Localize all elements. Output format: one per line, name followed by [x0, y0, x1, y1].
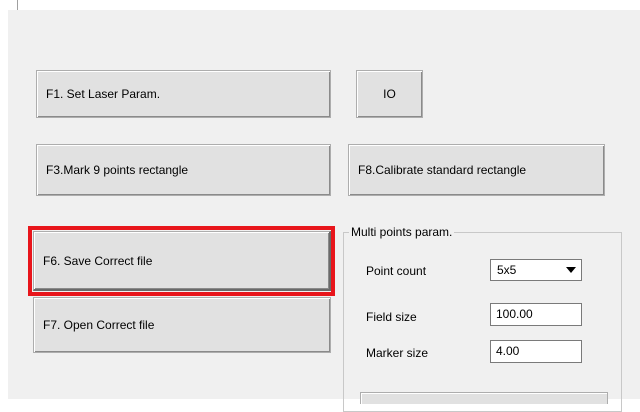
- marker-size-input[interactable]: 4.00: [490, 340, 582, 363]
- open-correct-file-button[interactable]: F7. Open Correct file: [33, 297, 331, 353]
- partial-button[interactable]: [360, 392, 608, 404]
- mark-9-points-label: F3.Mark 9 points rectangle: [46, 163, 189, 177]
- point-count-label: Point count: [366, 264, 427, 278]
- field-size-input[interactable]: 100.00: [490, 303, 582, 326]
- point-count-value: 5x5: [497, 263, 517, 277]
- io-button[interactable]: IO: [356, 70, 423, 118]
- save-correct-file-button[interactable]: F6. Save Correct file: [33, 231, 331, 291]
- multi-points-title: Multi points param.: [349, 225, 455, 239]
- field-size-label: Field size: [366, 310, 417, 324]
- save-correct-file-label: F6. Save Correct file: [43, 253, 153, 268]
- marker-size-label: Marker size: [366, 346, 429, 360]
- mark-9-points-button[interactable]: F3.Mark 9 points rectangle: [36, 144, 331, 196]
- open-correct-file-label: F7. Open Correct file: [43, 318, 155, 332]
- calibrate-rectangle-label: F8.Calibrate standard rectangle: [358, 163, 527, 177]
- point-count-select[interactable]: 5x5: [490, 259, 582, 281]
- set-laser-param-button[interactable]: F1. Set Laser Param.: [36, 70, 331, 118]
- calibrate-rectangle-button[interactable]: F8.Calibrate standard rectangle: [348, 144, 605, 196]
- chevron-down-icon[interactable]: [562, 261, 580, 279]
- io-label: IO: [383, 87, 396, 101]
- set-laser-param-label: F1. Set Laser Param.: [46, 87, 161, 101]
- divider: [17, 0, 18, 10]
